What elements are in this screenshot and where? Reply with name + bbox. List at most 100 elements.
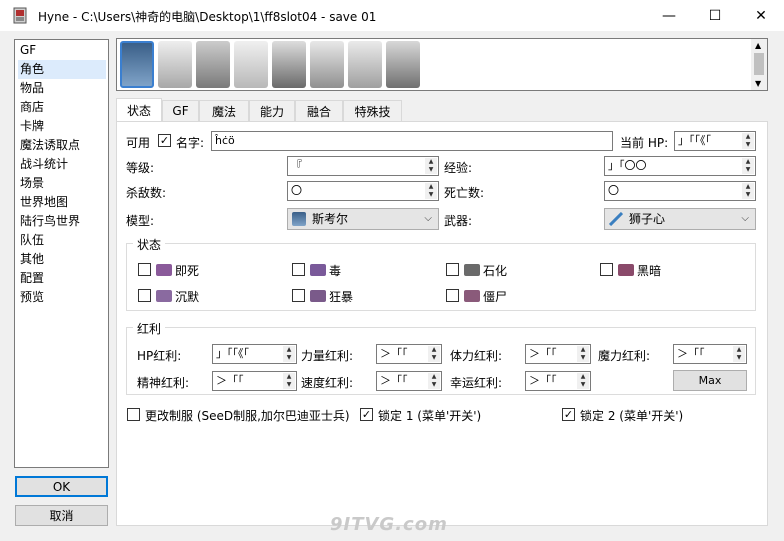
lock1-checkbox[interactable]: ✓ [360,408,373,421]
status-checkbox-darkness[interactable] [600,263,613,276]
zell-portrait[interactable] [158,41,192,88]
vit-bonus-input[interactable]: ＞「「 ▲ ▼ [525,344,591,364]
status-checkbox-berserk[interactable] [292,289,305,302]
tab-abilities[interactable]: 能力 [249,100,295,121]
change-uniform-checkbox[interactable] [127,408,140,421]
sidebar-item-gf[interactable]: GF [18,41,106,60]
sidebar-item-draw-points[interactable]: 魔法诱取点 [18,136,106,155]
seifer-portrait[interactable] [348,41,382,88]
level-input[interactable]: 『▲ ▼ [287,156,439,176]
weapon-value: 狮子心 [629,212,666,226]
close-button[interactable]: ✕ [738,0,784,31]
kills-input[interactable]: 〇 ▲ ▼ [287,181,439,201]
hp-bonus-input[interactable]: 」「「《「 ▲ ▼ [212,344,297,364]
portrait-scrollbar[interactable]: ▲ ▼ [751,39,767,90]
chevron-down-icon: ⌵ [424,213,432,224]
weapon-select[interactable]: 狮子心 ⌵ [604,208,756,230]
status-checkbox-silence[interactable] [138,289,151,302]
str-bonus-input[interactable]: ＞「「 ▲ ▼ [376,344,442,364]
squall-portrait[interactable] [120,41,154,88]
status-checkbox-zombie[interactable] [446,289,459,302]
watermark: 9ITVG.com [330,514,448,535]
edea-portrait[interactable] [386,41,420,88]
tab-status[interactable]: 状态 [116,98,162,121]
status-label-zombie: 僵尸 [483,290,508,304]
model-value: 斯考尔 [312,212,349,226]
model-select[interactable]: 斯考尔 ⌵ [287,208,439,230]
mag-bonus-spinner[interactable]: ▲ ▼ [733,346,745,362]
scroll-thumb[interactable] [754,53,764,75]
tab-magic[interactable]: 魔法 [199,100,249,121]
level-spinner[interactable]: ▲ ▼ [425,158,437,174]
status-checkbox-poison[interactable] [292,263,305,276]
bonus-group-title: 红利 [133,320,166,337]
vit-bonus-label: 体力红利: [450,349,503,363]
kills-spinner[interactable]: ▲ ▼ [425,183,437,199]
deaths-label: 死亡数: [444,186,485,200]
hp-bonus-label: HP红利: [137,349,182,363]
mag-bonus-input[interactable]: ＞「「 ▲ ▼ [673,344,747,364]
exp-spinner[interactable]: ▲ ▼ [742,158,754,174]
status-label-death: 即死 [175,264,200,278]
spd-bonus-input[interactable]: ＞「「 ▲ ▼ [376,371,442,391]
spd-bonus-spinner[interactable]: ▲ ▼ [428,373,440,389]
sidebar-item-items[interactable]: 物品 [18,79,106,98]
sidebar-list[interactable]: GF 角色 物品 商店 卡牌 魔法诱取点 战斗统计 场景 世界地图 陆行鸟世界 … [14,39,109,468]
status-checkbox-death[interactable] [138,263,151,276]
name-input[interactable]: ĥċö [211,131,613,151]
available-checkbox[interactable]: ✓ [158,134,171,147]
deaths-input[interactable]: 〇 ▲ ▼ [604,181,756,201]
minimize-button[interactable]: — [646,0,692,31]
sidebar-item-party[interactable]: 队伍 [18,231,106,250]
sidebar-item-preview[interactable]: 预览 [18,288,106,307]
status-checkbox-petrify[interactable] [446,263,459,276]
quistis-portrait[interactable] [234,41,268,88]
luck-bonus-input[interactable]: ＞「「 ▲ ▼ [525,371,591,391]
rinoa-portrait[interactable] [272,41,306,88]
minimize-icon: — [662,7,676,24]
sidebar-item-misc[interactable]: 其他 [18,250,106,269]
close-icon: ✕ [755,7,767,24]
tab-gf[interactable]: GF [162,100,199,121]
exp-input[interactable]: 」「〇〇 ▲ ▼ [604,156,756,176]
status-label-petrify: 石化 [483,264,508,278]
status-label-darkness: 黑暗 [637,264,662,278]
sidebar-item-world-map[interactable]: 世界地图 [18,193,106,212]
selphie-portrait[interactable] [310,41,344,88]
sidebar-item-field[interactable]: 场景 [18,174,106,193]
weapon-label: 武器: [444,214,473,228]
sidebar-item-chocobo-world[interactable]: 陆行鸟世界 [18,212,106,231]
tab-limit-break[interactable]: 特殊技 [343,100,402,121]
deaths-spinner[interactable]: ▲ ▼ [742,183,754,199]
sidebar-item-battle-stats[interactable]: 战斗统计 [18,155,106,174]
current-hp-input[interactable]: 」「「《「 ▲ ▼ [674,131,756,151]
vit-bonus-spinner[interactable]: ▲ ▼ [577,346,589,362]
maximize-button[interactable]: ☐ [692,0,738,31]
sidebar-item-cards[interactable]: 卡牌 [18,117,106,136]
lock2-checkbox[interactable]: ✓ [562,408,575,421]
scroll-up-icon[interactable]: ▲ [755,41,761,50]
berserk-icon [310,290,326,302]
max-button[interactable]: Max [673,370,747,391]
sidebar-item-config[interactable]: 配置 [18,269,106,288]
ok-button[interactable]: OK [15,476,108,497]
squall-small-icon [292,212,306,226]
silence-icon [156,290,172,302]
hp-spinner[interactable]: ▲ ▼ [742,133,754,149]
spd-bonus-label: 速度红利: [301,376,354,390]
scroll-down-icon[interactable]: ▼ [755,79,761,88]
luck-bonus-spinner[interactable]: ▲ ▼ [577,373,589,389]
hp-bonus-spinner[interactable]: ▲ ▼ [283,346,295,362]
str-bonus-spinner[interactable]: ▲ ▼ [428,346,440,362]
sidebar-item-characters[interactable]: 角色 [18,60,106,79]
spr-bonus-spinner[interactable]: ▲ ▼ [283,373,295,389]
spr-bonus-label: 精神红利: [137,376,190,390]
irvine-portrait[interactable] [196,41,230,88]
title-bar: Hyne - C:\Users\神奇的电脑\Desktop\1\ff8slot0… [0,0,784,31]
change-uniform-label: 更改制服 (SeeD制服,加尔巴迪亚士兵) [145,409,350,423]
cancel-button[interactable]: 取消 [15,505,108,526]
status-panel: 可用 ✓ 名字: ĥċö 当前 HP: 」「「《「 ▲ ▼ 等级: 『▲ ▼ 经验: … [116,121,768,526]
spr-bonus-input[interactable]: ＞「「 ▲ ▼ [212,371,297,391]
tab-junction[interactable]: 融合 [295,100,343,121]
sidebar-item-shops[interactable]: 商店 [18,98,106,117]
